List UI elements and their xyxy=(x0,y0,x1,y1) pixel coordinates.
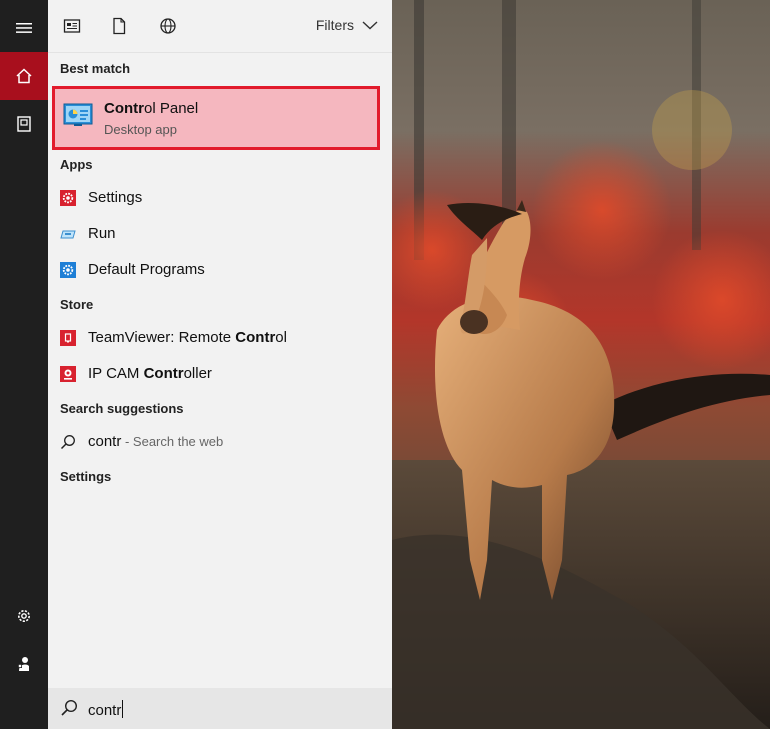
search-icon xyxy=(61,699,78,716)
news-icon xyxy=(63,19,81,33)
wallpaper-image xyxy=(392,0,770,729)
section-store: Store xyxy=(60,297,94,312)
app-item-default-programs[interactable]: Default Programs xyxy=(48,253,392,289)
hamburger-menu-button[interactable] xyxy=(0,4,48,52)
documents-button[interactable] xyxy=(0,100,48,148)
app-item-run[interactable]: Run xyxy=(48,217,392,253)
text-caret xyxy=(122,700,124,718)
best-match-subtitle: Desktop app xyxy=(104,122,177,137)
news-filter-button[interactable] xyxy=(62,16,82,36)
left-rail xyxy=(0,0,48,729)
search-box[interactable]: contr xyxy=(48,688,392,729)
section-apps: Apps xyxy=(60,157,93,172)
teamviewer-icon xyxy=(60,330,76,346)
search-icon xyxy=(60,435,75,450)
suggestion-text: contr - Search the web xyxy=(88,433,224,450)
start-menu-window: Filters Best match Control Panel Desktop… xyxy=(0,0,770,729)
gear-icon xyxy=(18,610,30,622)
section-settings: Settings xyxy=(60,469,112,484)
settings-gear-icon xyxy=(60,190,76,206)
best-match-title: Control Panel xyxy=(104,100,199,117)
app-label-settings: Settings xyxy=(88,189,143,206)
web-filter-button[interactable] xyxy=(158,16,178,36)
store-label-teamviewer: TeamViewer: Remote Control xyxy=(88,329,287,346)
settings-rail-button[interactable] xyxy=(0,592,48,640)
section-best-match: Best match xyxy=(60,61,131,76)
globe-icon xyxy=(160,18,176,34)
hamburger-icon xyxy=(16,23,32,33)
app-item-settings[interactable]: Settings xyxy=(48,181,392,217)
store-item-ipcam[interactable]: IP CAM Controller xyxy=(48,357,392,393)
control-panel-icon xyxy=(63,103,93,126)
documents-filter-button[interactable] xyxy=(109,16,129,36)
user-icon xyxy=(18,657,29,671)
filters-label: Filters xyxy=(315,17,354,33)
web-suggestion-item[interactable]: contr - Search the web xyxy=(48,425,392,461)
notebook-icon xyxy=(17,116,31,132)
filters-dropdown[interactable]: Filters xyxy=(316,17,378,33)
section-search-suggestions: Search suggestions xyxy=(60,401,184,416)
run-icon xyxy=(60,230,76,239)
search-input[interactable]: contr xyxy=(88,700,124,719)
home-button[interactable] xyxy=(0,52,48,100)
best-match-control-panel[interactable]: Control Panel Desktop app xyxy=(52,86,380,150)
app-label-default-programs: Default Programs xyxy=(88,261,205,278)
search-results-panel: Filters Best match Control Panel Desktop… xyxy=(48,0,392,729)
home-icon xyxy=(16,68,32,84)
app-label-run: Run xyxy=(88,225,116,242)
document-icon xyxy=(113,17,126,35)
search-topbar: Filters xyxy=(48,0,392,53)
ipcam-icon xyxy=(60,366,76,382)
store-item-teamviewer[interactable]: TeamViewer: Remote Control xyxy=(48,321,392,357)
default-programs-icon xyxy=(60,262,76,278)
account-button[interactable] xyxy=(0,640,48,688)
store-label-ipcam: IP CAM Controller xyxy=(88,365,212,382)
desktop-wallpaper-horse xyxy=(392,0,770,729)
chevron-down-icon xyxy=(362,21,378,30)
